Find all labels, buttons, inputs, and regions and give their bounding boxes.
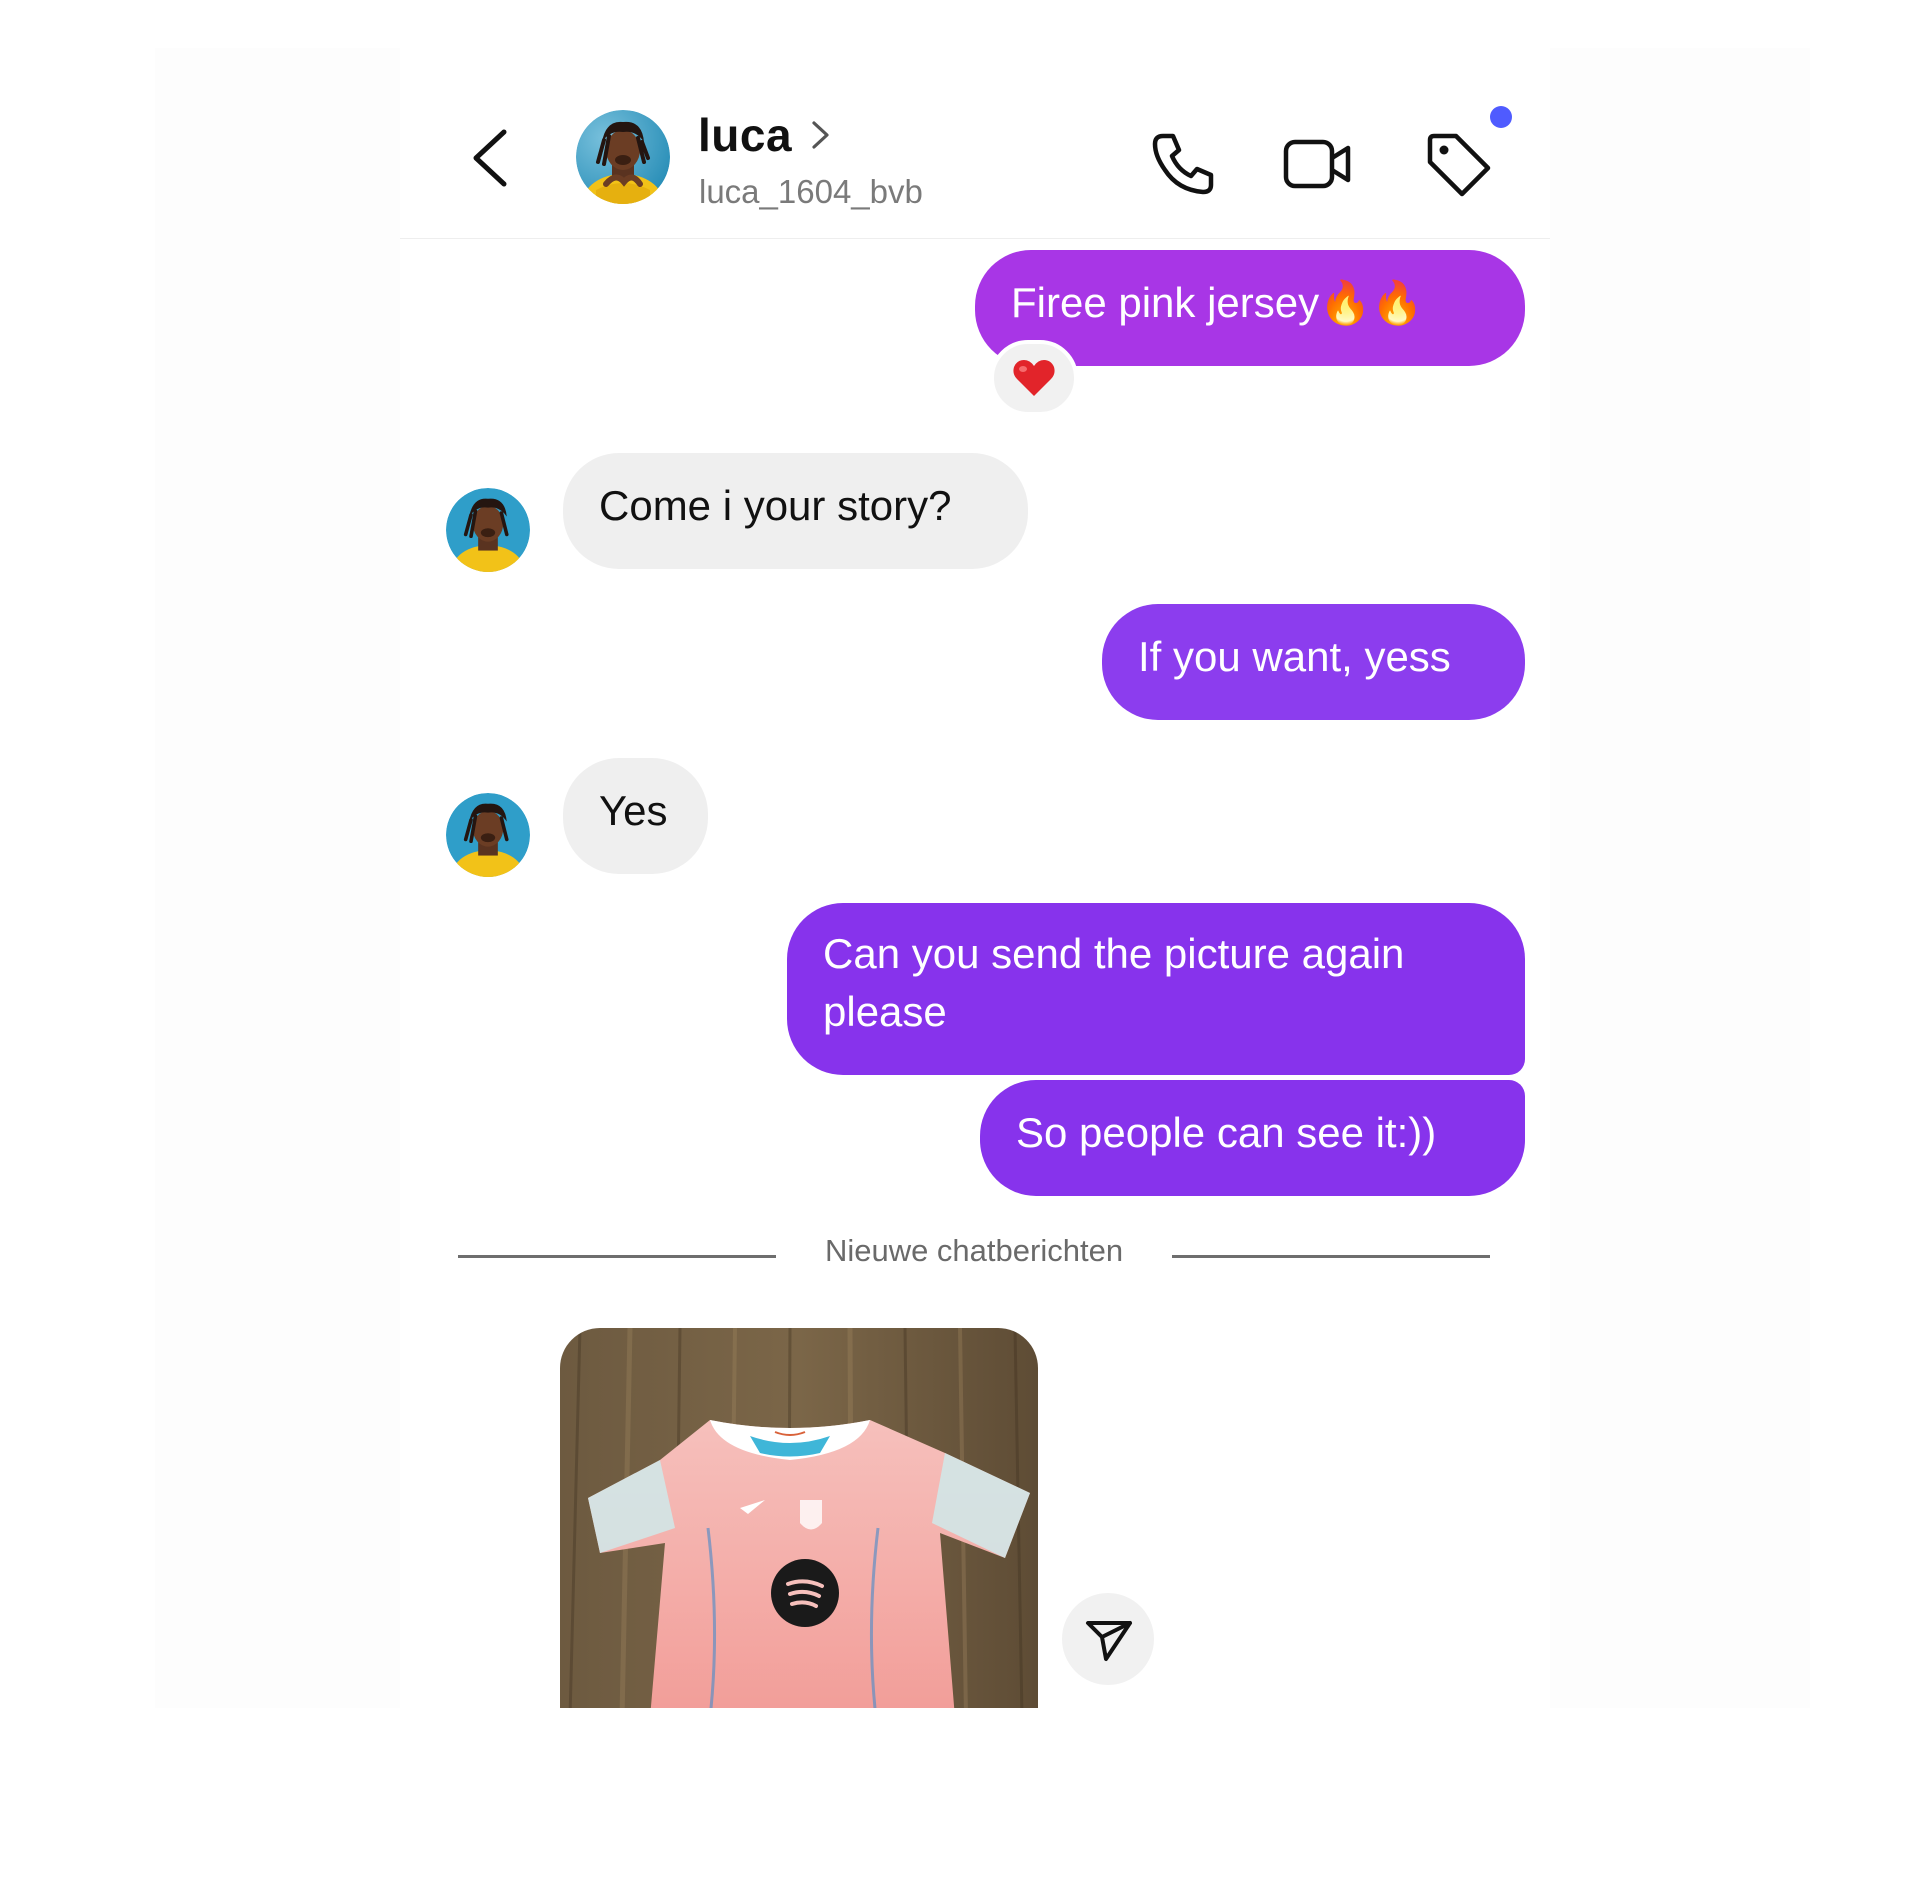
- share-button[interactable]: [1062, 1593, 1154, 1685]
- tag-icon[interactable]: [1420, 126, 1496, 202]
- avatar[interactable]: [576, 110, 670, 204]
- heart-reaction[interactable]: [990, 340, 1078, 416]
- jersey-photo: [560, 1328, 1038, 1708]
- sent-message[interactable]: If you want, yess: [1102, 604, 1525, 720]
- chevron-right-icon: [812, 121, 829, 149]
- phone-icon[interactable]: [1145, 126, 1221, 202]
- contact-name-row[interactable]: luca: [698, 108, 832, 162]
- heart-icon: [1013, 360, 1055, 396]
- photo-message[interactable]: [560, 1328, 1038, 1708]
- chat-header: luca luca_1604_bvb: [400, 48, 1550, 239]
- notification-dot: [1490, 106, 1512, 128]
- sent-message[interactable]: So people can see it:)): [980, 1080, 1525, 1196]
- divider-line: [458, 1255, 776, 1258]
- send-icon: [1086, 1621, 1132, 1661]
- page: luca luca_1604_bvb Firee pink jersey🔥🔥 C…: [0, 0, 1920, 1900]
- avatar[interactable]: [446, 488, 530, 572]
- sent-message[interactable]: Can you send the picture again please: [787, 903, 1525, 1075]
- received-message[interactable]: Come i your story?: [563, 453, 1028, 569]
- contact-username: luca_1604_bvb: [699, 173, 923, 210]
- received-message[interactable]: Yes: [563, 758, 708, 874]
- avatar[interactable]: [446, 793, 530, 877]
- new-messages-divider: Nieuwe chatberichten: [824, 1233, 1124, 1268]
- back-arrow-icon[interactable]: [468, 126, 512, 190]
- chat-screen: luca luca_1604_bvb Firee pink jersey🔥🔥 C…: [400, 48, 1550, 1708]
- divider-line: [1172, 1255, 1490, 1258]
- video-camera-icon[interactable]: [1280, 126, 1356, 202]
- contact-name: luca: [698, 109, 793, 161]
